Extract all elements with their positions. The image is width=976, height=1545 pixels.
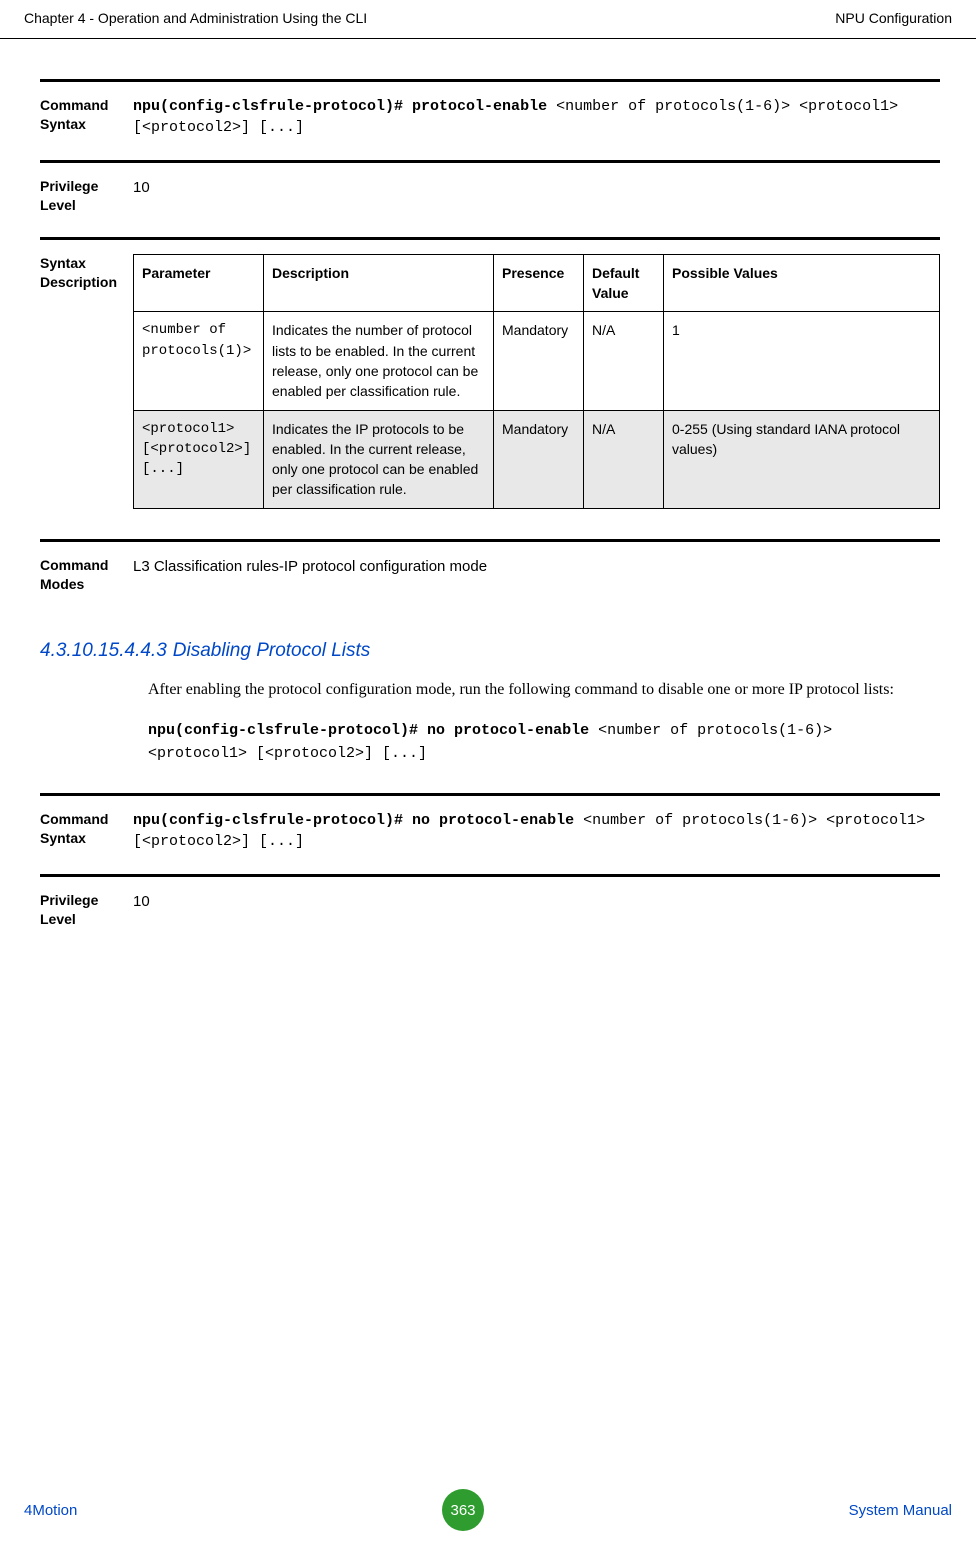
th-presence: Presence bbox=[494, 254, 584, 312]
footer-right: System Manual bbox=[849, 1502, 952, 1519]
syntax-description-body: Parameter Description Presence Default V… bbox=[133, 254, 940, 509]
th-default-value: Default Value bbox=[584, 254, 664, 312]
subsection-title: Disabling Protocol Lists bbox=[173, 640, 370, 661]
table-row: <protocol1> [<protocol2>] [...] Indicate… bbox=[134, 410, 940, 508]
privilege-level-value: 10 bbox=[133, 891, 940, 912]
privilege-level-label: Privilege Level bbox=[40, 177, 133, 215]
cell-description: Indicates the IP protocols to be enabled… bbox=[264, 410, 494, 508]
cell-default: N/A bbox=[584, 312, 664, 410]
subsection-number: 4.3.10.15.4.4.3 bbox=[40, 640, 167, 661]
header-right: NPU Configuration bbox=[835, 10, 952, 26]
privilege-level-block-1: Privilege Level 10 bbox=[40, 160, 940, 237]
body-code-cmd: npu(config-clsfrule-protocol)# no protoc… bbox=[148, 722, 598, 739]
command-syntax-block-2: Command Syntax npu(config-clsfrule-proto… bbox=[40, 793, 940, 874]
command-syntax-cmd: npu(config-clsfrule-protocol)# protocol-… bbox=[133, 98, 556, 115]
th-description: Description bbox=[264, 254, 494, 312]
command-syntax-block-1: Command Syntax npu(config-clsfrule-proto… bbox=[40, 79, 940, 160]
command-modes-value: L3 Classification rules-IP protocol conf… bbox=[133, 556, 940, 577]
table-row: <number of protocols(1)> Indicates the n… bbox=[134, 312, 940, 410]
syntax-description-block: Syntax Description Parameter Description… bbox=[40, 237, 940, 539]
subsection-heading: 4.3.10.15.4.4.3 Disabling Protocol Lists bbox=[40, 640, 940, 662]
syntax-description-label: Syntax Description bbox=[40, 254, 133, 292]
cell-presence: Mandatory bbox=[494, 410, 584, 508]
privilege-level-value: 10 bbox=[133, 177, 940, 198]
cell-parameter: <protocol1> [<protocol2>] [...] bbox=[134, 410, 264, 508]
command-syntax-label: Command Syntax bbox=[40, 96, 133, 134]
command-syntax-body: npu(config-clsfrule-protocol)# protocol-… bbox=[133, 96, 940, 138]
page-footer: 4Motion 363 System Manual bbox=[0, 1489, 976, 1531]
cell-possible: 0-255 (Using standard IANA protocol valu… bbox=[664, 410, 940, 508]
command-modes-label: Command Modes bbox=[40, 556, 133, 594]
body-code: npu(config-clsfrule-protocol)# no protoc… bbox=[148, 720, 940, 765]
cell-presence: Mandatory bbox=[494, 312, 584, 410]
footer-left: 4Motion bbox=[24, 1502, 77, 1519]
command-syntax-body: npu(config-clsfrule-protocol)# no protoc… bbox=[133, 810, 940, 852]
cell-description: Indicates the number of protocol lists t… bbox=[264, 312, 494, 410]
command-modes-block: Command Modes L3 Classification rules-IP… bbox=[40, 539, 940, 620]
table-header-row: Parameter Description Presence Default V… bbox=[134, 254, 940, 312]
page-header: Chapter 4 - Operation and Administration… bbox=[0, 0, 976, 39]
page-content: Command Syntax npu(config-clsfrule-proto… bbox=[0, 39, 976, 951]
page-number-badge: 363 bbox=[442, 1489, 484, 1531]
privilege-level-block-2: Privilege Level 10 bbox=[40, 874, 940, 951]
th-parameter: Parameter bbox=[134, 254, 264, 312]
command-syntax-label: Command Syntax bbox=[40, 810, 133, 848]
header-left: Chapter 4 - Operation and Administration… bbox=[24, 10, 367, 26]
command-syntax-cmd: npu(config-clsfrule-protocol)# no protoc… bbox=[133, 812, 583, 829]
privilege-level-label: Privilege Level bbox=[40, 891, 133, 929]
cell-possible: 1 bbox=[664, 312, 940, 410]
body-paragraph: After enabling the protocol configuratio… bbox=[148, 678, 940, 703]
cell-default: N/A bbox=[584, 410, 664, 508]
syntax-description-table: Parameter Description Presence Default V… bbox=[133, 254, 940, 509]
cell-parameter: <number of protocols(1)> bbox=[134, 312, 264, 410]
th-possible-values: Possible Values bbox=[664, 254, 940, 312]
